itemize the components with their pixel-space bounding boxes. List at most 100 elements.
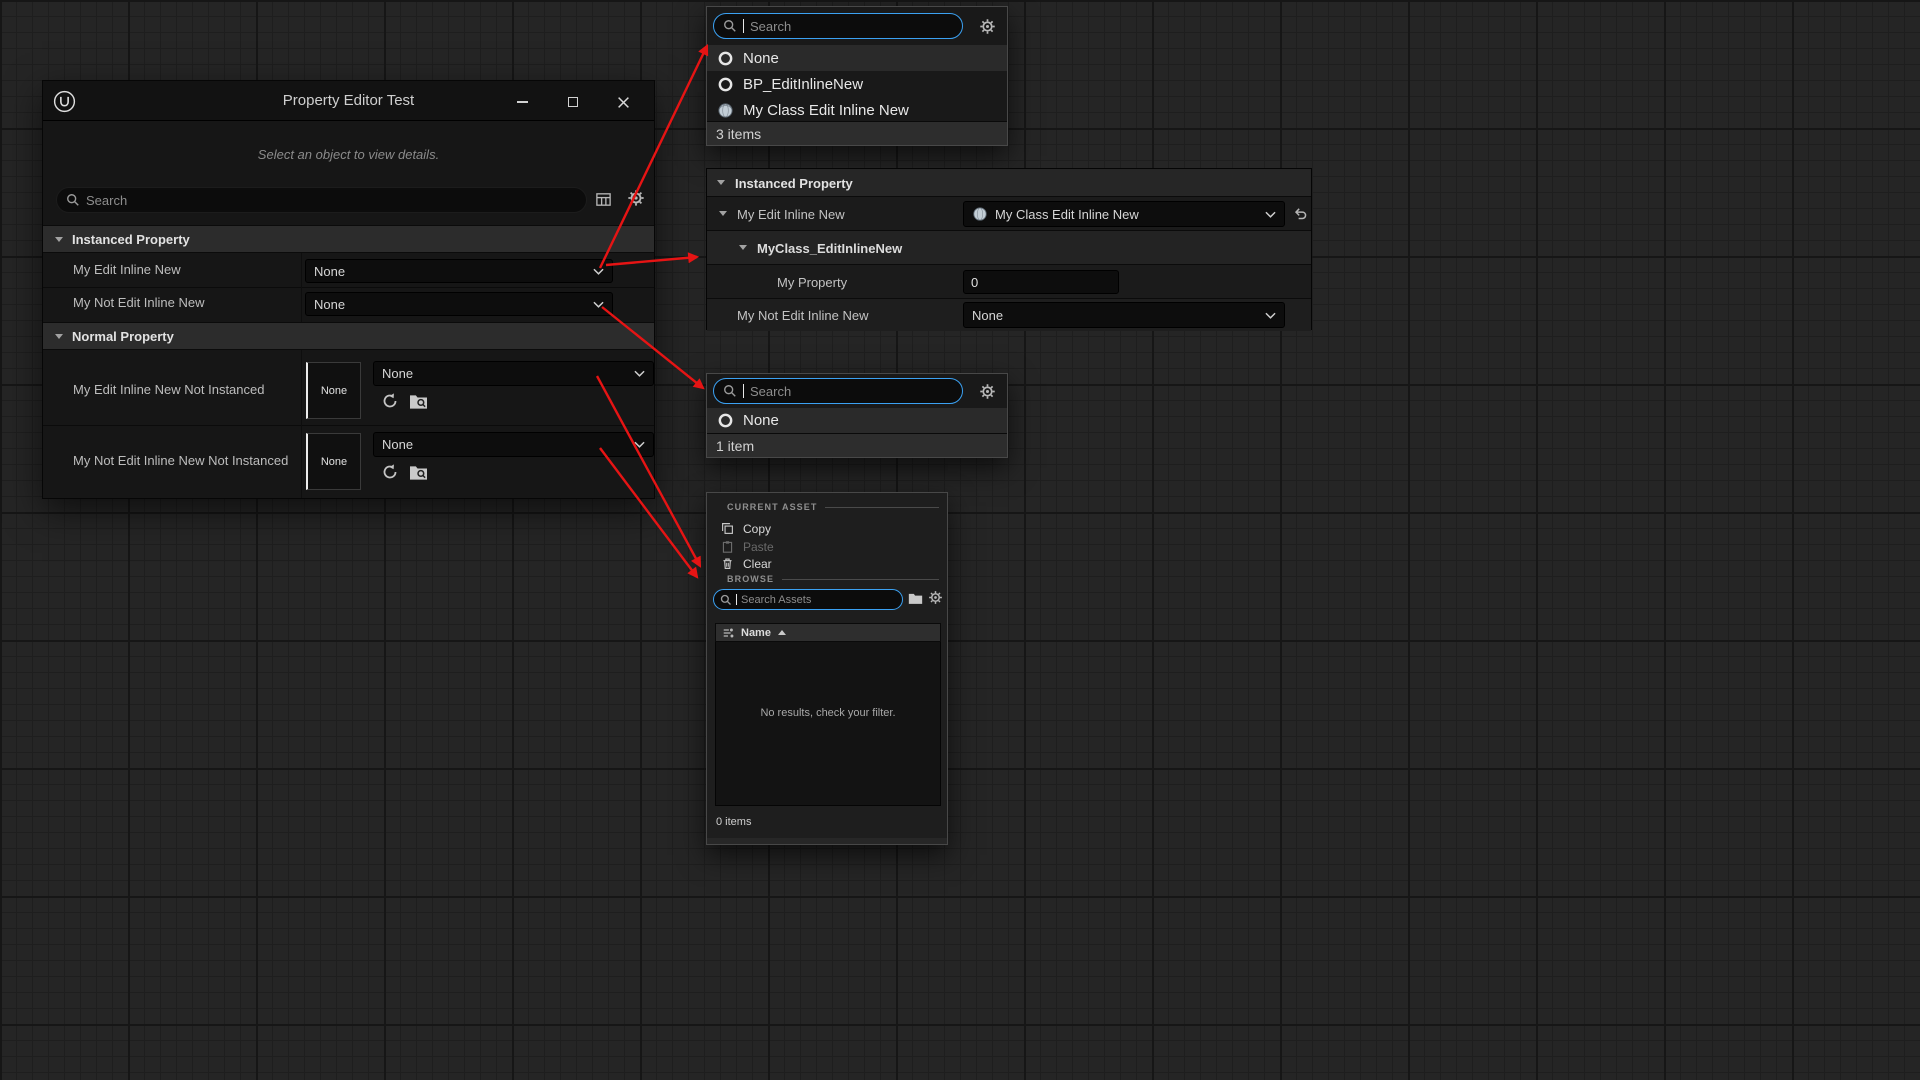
paste-menu-item[interactable]: Paste	[721, 538, 939, 555]
none-picker-popup: None 1 item	[706, 373, 1008, 458]
dropdown-value: My Class Edit Inline New	[995, 207, 1139, 222]
class-option-none[interactable]: None	[707, 45, 1007, 71]
asset-list-area[interactable]	[715, 642, 941, 806]
property-editor-test-window: Property Editor Test Select an object to…	[42, 80, 655, 499]
edit-inline-new-class-dropdown[interactable]: My Class Edit Inline New	[963, 201, 1285, 227]
settings-gear-icon[interactable]	[627, 189, 645, 207]
asset-thumbnail[interactable]: None	[306, 433, 361, 490]
class-search-input[interactable]	[750, 384, 953, 399]
close-button[interactable]	[610, 89, 636, 115]
paste-icon	[721, 540, 734, 553]
settings-gear-icon[interactable]	[928, 590, 943, 605]
column-divider	[301, 350, 302, 498]
asset-picker-menu: CURRENT ASSET Copy Paste Clear BROWSE	[706, 492, 948, 845]
none-picker-footer: 1 item	[707, 433, 1007, 457]
column-label: Name	[741, 627, 771, 639]
name-column-header[interactable]: Name	[715, 623, 941, 642]
thumbnail-label: None	[321, 456, 347, 468]
view-options-icon	[722, 627, 734, 639]
search-icon	[720, 594, 732, 606]
radio-circle-icon	[717, 50, 734, 67]
search-icon	[66, 193, 80, 207]
search-icon	[723, 19, 737, 33]
category-label: Instanced Property	[72, 232, 190, 247]
maximize-button[interactable]	[560, 89, 586, 115]
category-instanced-property[interactable]: Instanced Property	[707, 169, 1311, 197]
search-input[interactable]	[86, 193, 577, 208]
use-selected-asset-icon[interactable]	[381, 463, 399, 481]
clear-menu-item[interactable]: Clear	[721, 555, 939, 572]
chevron-down-icon	[634, 441, 645, 448]
reset-to-default-icon[interactable]	[1293, 206, 1308, 221]
collapse-arrow-icon	[55, 334, 63, 339]
browse-to-asset-icon[interactable]	[409, 464, 428, 481]
copy-icon	[721, 522, 734, 535]
details-search-bar[interactable]	[56, 187, 587, 213]
collapse-arrow-icon	[55, 237, 63, 242]
settings-gear-icon[interactable]	[979, 18, 996, 35]
sort-ascending-icon	[778, 630, 786, 635]
category-label: Normal Property	[72, 329, 174, 344]
resize-grip[interactable]	[707, 838, 947, 844]
radio-circle-icon	[717, 76, 734, 93]
asset-search-bar[interactable]	[713, 589, 903, 610]
collapse-arrow-icon	[739, 245, 747, 250]
text-caret	[743, 384, 744, 398]
browse-to-asset-icon[interactable]	[409, 393, 428, 410]
close-icon	[617, 96, 630, 109]
minimize-button[interactable]	[509, 89, 535, 115]
class-search-bar[interactable]	[713, 13, 963, 39]
instanced-property-details-panel: Instanced Property My Edit Inline New My…	[706, 168, 1312, 330]
use-selected-asset-icon[interactable]	[381, 392, 399, 410]
text-caret	[743, 19, 744, 33]
not-edit-inline-new-not-instanced-dropdown[interactable]: None	[373, 432, 654, 457]
class-option-bp-editinlinenew[interactable]: BP_EditInlineNew	[707, 71, 1007, 97]
category-normal-property[interactable]: Normal Property	[43, 322, 654, 350]
column-divider	[301, 253, 302, 322]
class-sphere-icon	[972, 206, 988, 222]
class-option-label: My Class Edit Inline New	[743, 102, 909, 119]
property-label: My Edit Inline New	[737, 207, 845, 222]
chevron-down-icon	[593, 268, 604, 275]
category-instanced-property[interactable]: Instanced Property	[43, 225, 654, 253]
edit-inline-new-not-instanced-dropdown[interactable]: None	[373, 361, 654, 386]
class-option-none[interactable]: None	[707, 408, 1007, 433]
collapse-arrow-icon	[719, 211, 727, 216]
copy-label: Copy	[743, 522, 771, 536]
my-property-row: My Property 0	[707, 265, 1311, 299]
item-count: 1 item	[716, 438, 754, 454]
display-filter-icon[interactable]	[595, 191, 612, 208]
numeric-value: 0	[971, 275, 978, 290]
property-label: My Not Edit Inline New Not Instanced	[73, 453, 288, 468]
class-option-label: None	[743, 50, 779, 67]
not-edit-inline-new-class-dropdown[interactable]: None	[963, 302, 1285, 328]
details-hint-text: Select an object to view details.	[43, 147, 654, 162]
settings-gear-icon[interactable]	[979, 383, 996, 400]
class-option-label: BP_EditInlineNew	[743, 76, 863, 93]
maximize-icon	[568, 97, 578, 107]
class-search-bar[interactable]	[713, 378, 963, 404]
minimize-icon	[517, 101, 528, 103]
class-instance-label: MyClass_EditInlineNew	[757, 241, 902, 256]
asset-thumbnail[interactable]: None	[306, 362, 361, 419]
text-caret	[736, 594, 737, 605]
edit-inline-new-dropdown[interactable]: None	[305, 259, 613, 283]
my-property-value-field[interactable]: 0	[963, 270, 1119, 294]
class-picker-popup: None BP_EditInlineNew My Class Edit Inli…	[706, 6, 1008, 146]
chevron-down-icon	[593, 301, 604, 308]
class-option-my-class-edit-inline-new[interactable]: My Class Edit Inline New	[707, 97, 1007, 123]
class-sphere-icon	[717, 102, 734, 119]
radio-circle-icon	[717, 412, 734, 429]
current-asset-heading: CURRENT ASSET	[727, 502, 817, 512]
empty-results-message: No results, check your filter.	[715, 707, 941, 719]
dropdown-value: None	[972, 308, 1003, 323]
asset-search-input[interactable]	[741, 594, 896, 606]
folder-icon[interactable]	[908, 592, 923, 605]
myclass-editinlinenew-row[interactable]: MyClass_EditInlineNew	[707, 231, 1311, 265]
dropdown-value: None	[382, 366, 413, 381]
class-option-label: None	[743, 412, 779, 429]
class-search-input[interactable]	[750, 19, 953, 34]
not-edit-inline-new-dropdown[interactable]: None	[305, 292, 613, 316]
copy-menu-item[interactable]: Copy	[721, 520, 939, 537]
dropdown-value: None	[314, 264, 345, 279]
